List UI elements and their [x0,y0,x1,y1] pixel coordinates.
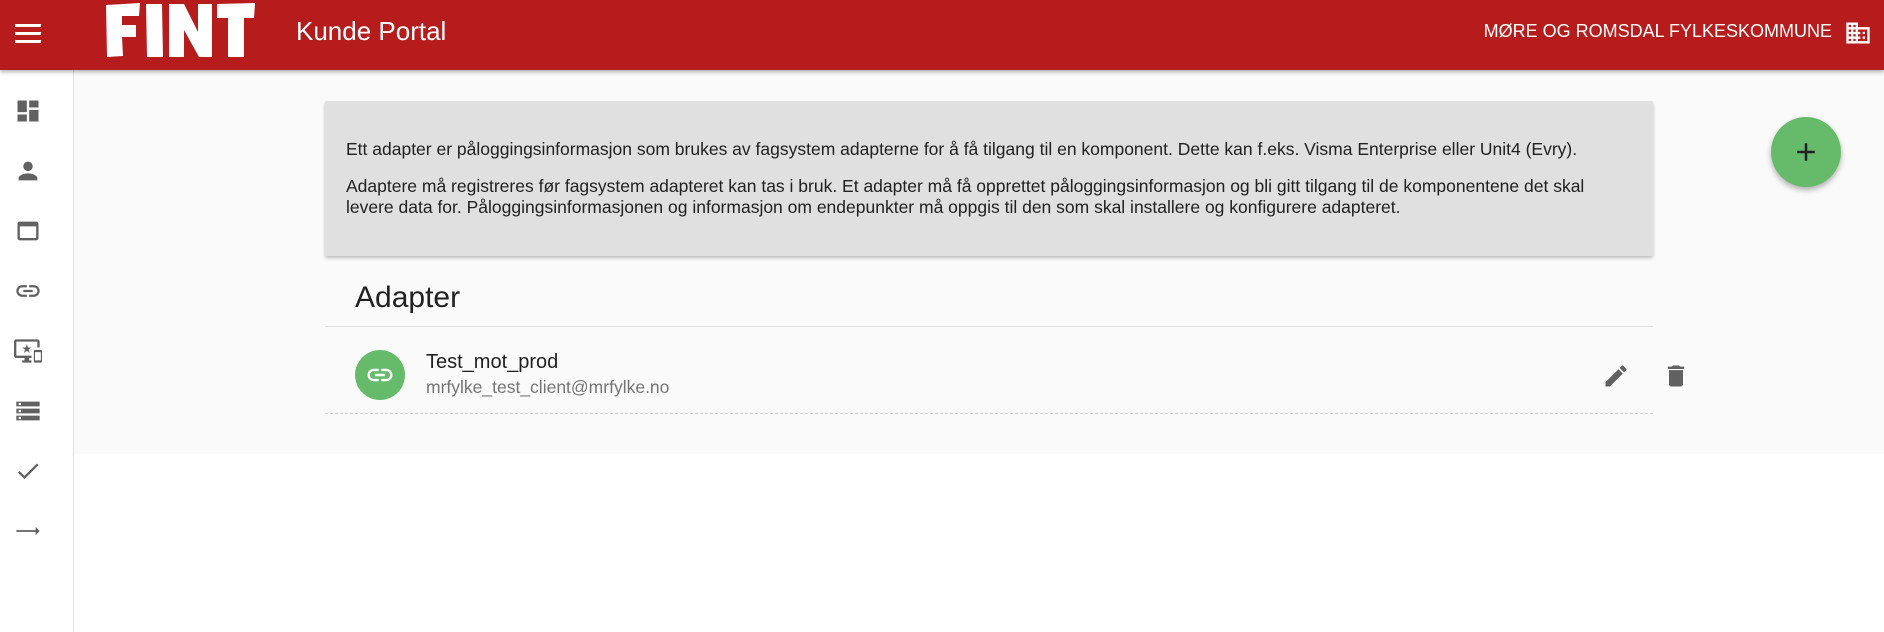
important-devices-icon [14,339,42,363]
list-divider [325,326,1653,327]
adapter-name: Test_mot_prod [426,351,559,373]
dashboard-icon [17,100,39,122]
sidebar [0,70,74,632]
edit-icon [1605,365,1627,387]
arrow-right-icon [16,526,40,536]
section-title: Adapter [355,281,461,314]
sidebar-item-contacts[interactable] [0,151,56,191]
adapter-avatar [355,350,405,400]
link-icon [16,285,40,297]
info-paragraph-1: Ett adapter er påloggingsinformasjon som… [346,139,1578,159]
delete-icon [1667,365,1685,387]
add-adapter-button[interactable] [1771,117,1841,187]
web-asset-icon [17,221,39,241]
delete-button[interactable] [1658,358,1694,394]
sidebar-item-adapters[interactable] [0,271,56,311]
sidebar-item-components[interactable] [0,211,56,251]
organization-name[interactable]: MØRE OG ROMSDAL FYLKESKOMMUNE [1484,20,1832,42]
add-icon [1797,143,1815,161]
info-card: Ett adapter er påloggingsinformasjon som… [325,101,1653,256]
sidebar-item-logout[interactable] [0,511,56,551]
business-icon[interactable] [1844,19,1872,47]
adapter-client: mrfylke_test_client@mrfylke.no [426,377,670,397]
info-paragraph-2: Adaptere må registreres før fagsystem ad… [346,176,1585,217]
list-item[interactable]: Test_mot_prod mrfylke_test_client@mrfylk… [325,328,1685,412]
storage-icon [16,401,40,421]
fint-logo [106,3,255,57]
main-content: Ett adapter er påloggingsinformasjon som… [74,70,1884,454]
app-title: Kunde Portal [296,16,447,46]
sidebar-item-tests[interactable] [0,451,56,491]
edit-button[interactable] [1598,358,1634,394]
sidebar-item-assets[interactable] [0,391,56,431]
person-icon [18,161,38,181]
sidebar-item-clients[interactable] [0,331,56,371]
check-icon [17,463,39,480]
menu-icon[interactable] [14,19,42,47]
link-icon [367,368,393,382]
sidebar-item-dashboard[interactable] [0,91,56,131]
list-divider [325,413,1653,414]
app-header: Kunde Portal MØRE OG ROMSDAL FYLKESKOMMU… [0,0,1884,70]
